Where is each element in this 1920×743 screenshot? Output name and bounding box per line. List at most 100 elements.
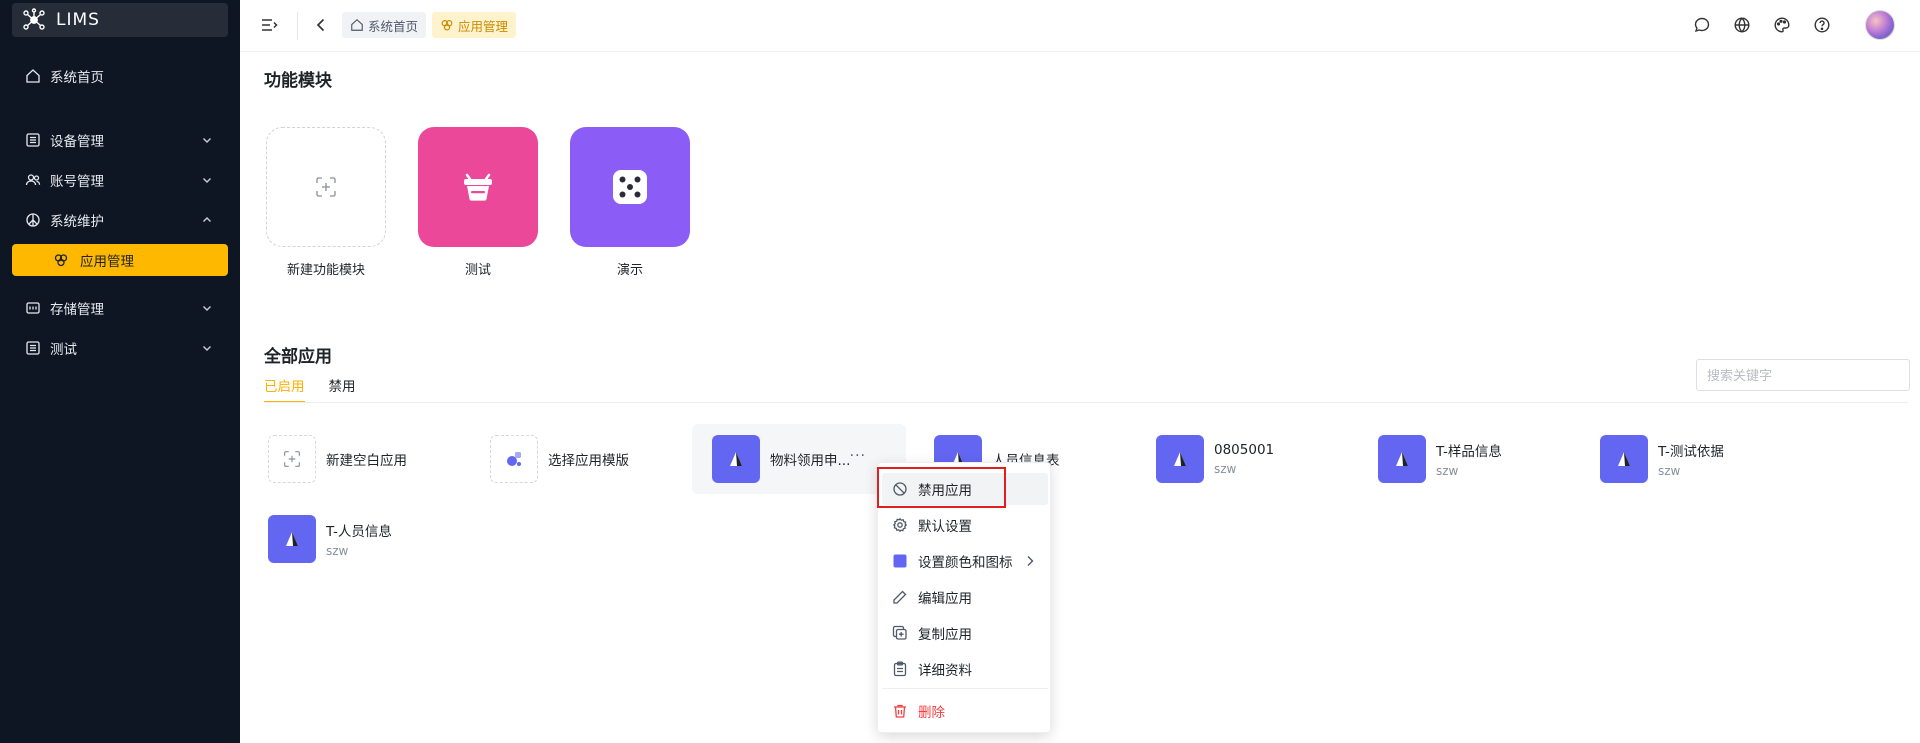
more-options-icon[interactable]: ··· bbox=[850, 448, 866, 464]
app-triangle-icon bbox=[1378, 435, 1426, 483]
module-label: 测试 bbox=[464, 263, 491, 278]
menu-item-label: 禁用应用 bbox=[918, 483, 972, 499]
search-input[interactable] bbox=[1696, 359, 1910, 391]
module-label: 演示 bbox=[616, 263, 643, 278]
app-name: T-测试依据 bbox=[1658, 444, 1724, 460]
sidebar-item-devices[interactable]: 设备管理 bbox=[12, 124, 228, 156]
brand-name: LIMS bbox=[56, 10, 100, 30]
menu-item-disable-app[interactable]: 禁用应用 bbox=[882, 473, 1048, 505]
globe-icon[interactable] bbox=[1731, 14, 1753, 36]
sidebar-item-label: 测试 bbox=[50, 342, 77, 358]
menu-item-color-icon[interactable]: 设置颜色和图标 bbox=[882, 545, 1048, 577]
module-demo[interactable]: 演示 bbox=[570, 127, 690, 278]
app-triangle-icon bbox=[712, 435, 760, 483]
sidebar-item-home[interactable]: 系统首页 bbox=[12, 60, 228, 92]
pencil-icon bbox=[892, 589, 908, 605]
modules-section-title: 功能模块 bbox=[264, 71, 332, 91]
breadcrumb-label: 应用管理 bbox=[458, 18, 509, 34]
trash-icon bbox=[892, 703, 908, 719]
app-new-blank[interactable]: 新建空白应用 bbox=[248, 424, 462, 494]
menu-item-label: 复制应用 bbox=[918, 627, 972, 643]
menu-item-copy-app[interactable]: 复制应用 bbox=[882, 617, 1048, 649]
sidebar-item-label: 设备管理 bbox=[50, 134, 104, 150]
tabs-divider bbox=[264, 402, 1908, 403]
app-context-menu: 禁用应用 默认设置 设置颜色和图标 编辑应用 复制应用 详细资料 删除 bbox=[877, 462, 1051, 733]
home-icon bbox=[350, 18, 364, 32]
menu-fold-icon[interactable] bbox=[258, 14, 280, 36]
sidebar-item-label: 存储管理 bbox=[50, 302, 104, 318]
menu-item-details[interactable]: 详细资料 bbox=[882, 653, 1048, 685]
app-owner: szw bbox=[1658, 464, 1681, 478]
sidebar-item-label: 系统首页 bbox=[50, 70, 104, 86]
app-name: T-人员信息 bbox=[326, 524, 392, 540]
menu-item-label: 默认设置 bbox=[918, 519, 972, 535]
app-0805001[interactable]: 0805001 szw bbox=[1136, 424, 1350, 494]
chevron-up-icon bbox=[200, 213, 214, 227]
module-test[interactable]: 测试 bbox=[418, 127, 538, 278]
app-owner: szw bbox=[326, 544, 349, 558]
message-icon[interactable] bbox=[1691, 14, 1713, 36]
apps-tabs: 已启用 禁用 bbox=[264, 375, 356, 403]
sidebar-item-storage[interactable]: 存储管理 bbox=[12, 292, 228, 324]
app-sample-info[interactable]: T-样品信息 szw bbox=[1358, 424, 1572, 494]
app-material-request[interactable]: 物料领用申... ··· bbox=[692, 424, 906, 494]
app-select-template[interactable]: 选择应用模版 bbox=[470, 424, 684, 494]
chevron-right-icon bbox=[1024, 554, 1036, 568]
storage-icon bbox=[24, 299, 42, 317]
brand[interactable]: LIMS bbox=[12, 3, 228, 37]
chevron-down-icon bbox=[200, 133, 214, 147]
home-icon bbox=[24, 67, 42, 85]
add-scan-icon bbox=[268, 435, 316, 483]
back-icon[interactable] bbox=[310, 14, 332, 36]
tab-enabled[interactable]: 已启用 bbox=[264, 375, 305, 403]
apps-icon bbox=[440, 18, 454, 32]
app-name: T-样品信息 bbox=[1436, 444, 1502, 460]
menu-item-label: 详细资料 bbox=[918, 663, 972, 679]
app-name: 物料领用申... bbox=[770, 453, 851, 469]
header-divider bbox=[297, 12, 298, 40]
app-personnel-info[interactable]: T-人员信息 szw bbox=[248, 504, 462, 574]
app-triangle-icon bbox=[1156, 435, 1204, 483]
sidebar-item-app-management[interactable]: 应用管理 bbox=[12, 244, 228, 276]
menu-item-label: 设置颜色和图标 bbox=[918, 555, 1013, 571]
app-test-basis[interactable]: T-测试依据 szw bbox=[1580, 424, 1794, 494]
add-scan-icon bbox=[315, 176, 337, 198]
help-icon[interactable] bbox=[1811, 14, 1833, 36]
menu-item-delete[interactable]: 删除 bbox=[882, 695, 1048, 727]
module-tile bbox=[418, 127, 538, 247]
breadcrumb-tab-app-management[interactable]: 应用管理 bbox=[432, 12, 517, 38]
tab-disabled[interactable]: 禁用 bbox=[329, 375, 356, 403]
chevron-down-icon bbox=[200, 341, 214, 355]
sidebar-item-label: 账号管理 bbox=[50, 174, 104, 190]
template-icon bbox=[490, 435, 538, 483]
main-content: 功能模块 新建功能模块 测试 演示 全部应用 已启用 禁用 搜索关键字 新建空白… bbox=[240, 52, 1920, 743]
app-owner: szw bbox=[1214, 462, 1237, 476]
avatar[interactable] bbox=[1865, 10, 1895, 40]
menu-item-edit-app[interactable]: 编辑应用 bbox=[882, 581, 1048, 613]
copy-icon bbox=[892, 625, 908, 641]
app-triangle-icon bbox=[268, 515, 316, 563]
sidebar-item-maintenance[interactable]: 系统维护 bbox=[12, 204, 228, 236]
clipboard-icon bbox=[892, 661, 908, 677]
chevron-down-icon bbox=[200, 301, 214, 315]
apps-icon bbox=[52, 251, 70, 269]
breadcrumb-tab-home[interactable]: 系统首页 bbox=[342, 12, 427, 38]
logo-icon bbox=[22, 8, 46, 32]
apps-section-title: 全部应用 bbox=[264, 347, 332, 367]
module-tile bbox=[570, 127, 690, 247]
app-name: 选择应用模版 bbox=[548, 453, 629, 469]
module-tile bbox=[266, 127, 386, 247]
palette-icon[interactable] bbox=[1771, 14, 1793, 36]
menu-item-default-settings[interactable]: 默认设置 bbox=[882, 509, 1048, 541]
module-new[interactable]: 新建功能模块 bbox=[266, 127, 386, 278]
sidebar-item-accounts[interactable]: 账号管理 bbox=[12, 164, 228, 196]
app-owner: szw bbox=[1436, 464, 1459, 478]
top-header: 系统首页 应用管理 bbox=[240, 0, 1920, 52]
sidebar-item-label: 应用管理 bbox=[80, 254, 134, 270]
sidebar-item-test[interactable]: 测试 bbox=[12, 332, 228, 364]
list-icon bbox=[24, 339, 42, 357]
color-swatch-icon bbox=[892, 553, 908, 569]
basket-icon bbox=[458, 167, 498, 207]
list-icon bbox=[24, 131, 42, 149]
users-icon bbox=[24, 171, 42, 189]
